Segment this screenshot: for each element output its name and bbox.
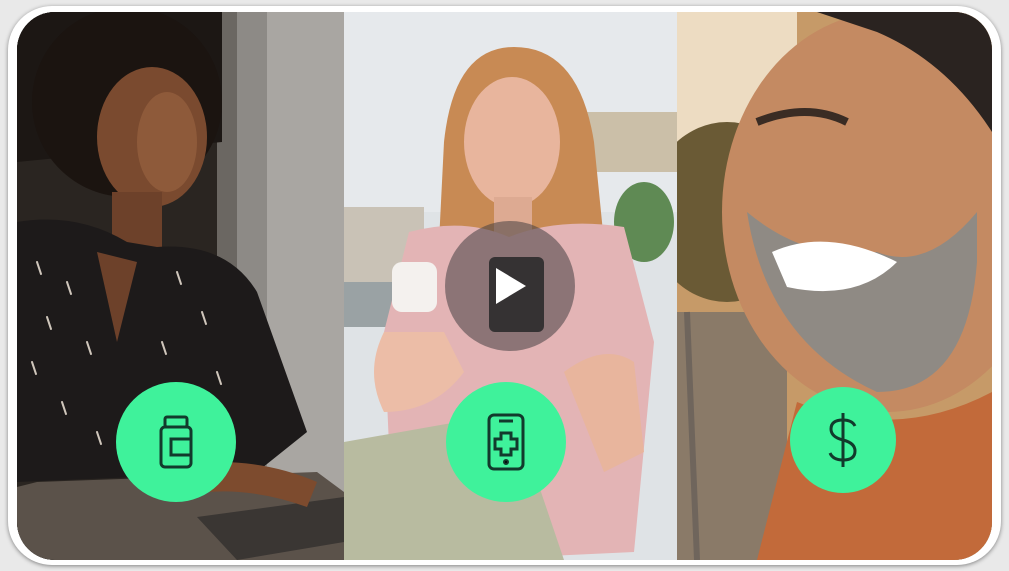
medicine-badge bbox=[116, 382, 236, 502]
medicine-bottle-icon bbox=[159, 415, 193, 469]
video-panel-woman-at-laptop bbox=[17, 12, 344, 560]
play-button[interactable] bbox=[445, 221, 575, 351]
dollar-sign-icon bbox=[828, 413, 857, 467]
video-panel-smiling-man bbox=[677, 12, 992, 560]
play-icon bbox=[496, 268, 526, 304]
video-player[interactable] bbox=[17, 12, 992, 560]
telehealth-badge bbox=[446, 382, 566, 502]
cost-savings-badge bbox=[790, 387, 896, 493]
phone-medical-cross-icon bbox=[487, 413, 525, 471]
